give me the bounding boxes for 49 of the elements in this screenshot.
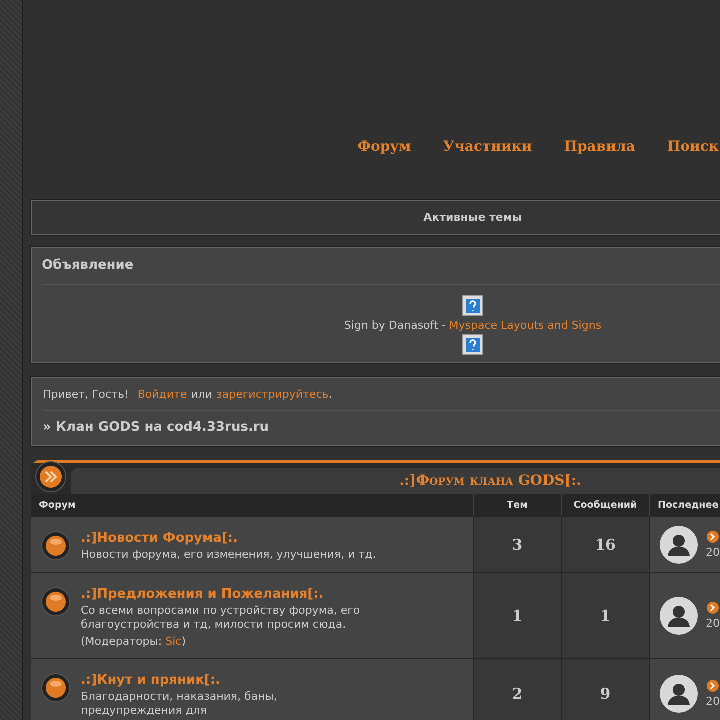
go-to-post-icon[interactable]: [706, 601, 720, 615]
topics-count: 3: [512, 536, 523, 554]
last-post-date: 20: [706, 546, 720, 559]
forum-status-icon: [41, 673, 71, 703]
or-text: или: [191, 388, 213, 400]
breadcrumb: » Клан GODS на cod4.33rus.ru: [43, 419, 270, 437]
nav-link[interactable]: Участники: [443, 139, 532, 155]
last-post-date: 20: [706, 617, 720, 630]
posts-count: 1: [600, 606, 611, 624]
forum-description: Со всеми вопросами по устройству форума, его благоустройства и тд, милости просим сюда.: [81, 604, 362, 632]
moderators-label: (Модераторы:: [81, 635, 162, 648]
topics-count: 2: [512, 684, 523, 702]
posts-count: 9: [600, 684, 611, 702]
column-header: Тем: [474, 494, 562, 516]
forum-title-link[interactable]: .:]Кнут и пряник[:.: [81, 673, 220, 688]
forum-title-link[interactable]: .:]Новости Форума[:.: [81, 531, 238, 546]
moderators-end: ): [182, 635, 186, 648]
broken-image-icon: [462, 295, 484, 317]
forum-category-title: .:]Форум клана GODS[:.: [400, 473, 582, 489]
forum-status-icon: [41, 587, 71, 617]
broken-image-icon: [462, 334, 484, 356]
register-link[interactable]: зарегистрируйтесь: [216, 388, 329, 400]
last-post-date: 20: [706, 695, 720, 708]
sign-text: Sign by Danasoft -: [344, 319, 446, 332]
column-header: Сообщений: [562, 494, 650, 516]
nav-link[interactable]: Правила: [564, 139, 636, 155]
greeting-text: Привет, Гость!: [43, 388, 129, 400]
topics-count: 1: [512, 606, 523, 624]
posts-count: 16: [595, 536, 616, 554]
nav-link[interactable]: Поиск: [667, 139, 719, 155]
go-to-post-icon[interactable]: [706, 530, 720, 544]
avatar-icon: [660, 526, 698, 564]
forum-status-icon: [41, 531, 71, 561]
avatar-icon: [660, 674, 698, 712]
active-topics-link[interactable]: Активные темы: [31, 200, 720, 235]
column-header: Форум: [31, 494, 474, 516]
avatar-icon: [660, 596, 698, 634]
nav-link[interactable]: Форум: [358, 139, 412, 155]
forum-description: Благодарности, наказания, баны, предупреждения для: [81, 690, 278, 718]
announcement-title: Объявление: [42, 248, 720, 285]
period-text: .: [328, 388, 332, 400]
forum-title-link[interactable]: .:]Предложения и Пожелания[:.: [81, 587, 324, 602]
login-link[interactable]: Войдите: [138, 388, 188, 400]
moderator-link[interactable]: Sic: [166, 635, 182, 648]
column-header: Последнее: [650, 494, 720, 516]
sign-link[interactable]: Myspace Layouts and Signs: [449, 319, 602, 332]
collapse-button-icon[interactable]: [35, 461, 67, 493]
forum-description: Новости форума, его изменения, улучшения, и тд.: [81, 548, 376, 562]
go-to-post-icon[interactable]: [706, 679, 720, 693]
